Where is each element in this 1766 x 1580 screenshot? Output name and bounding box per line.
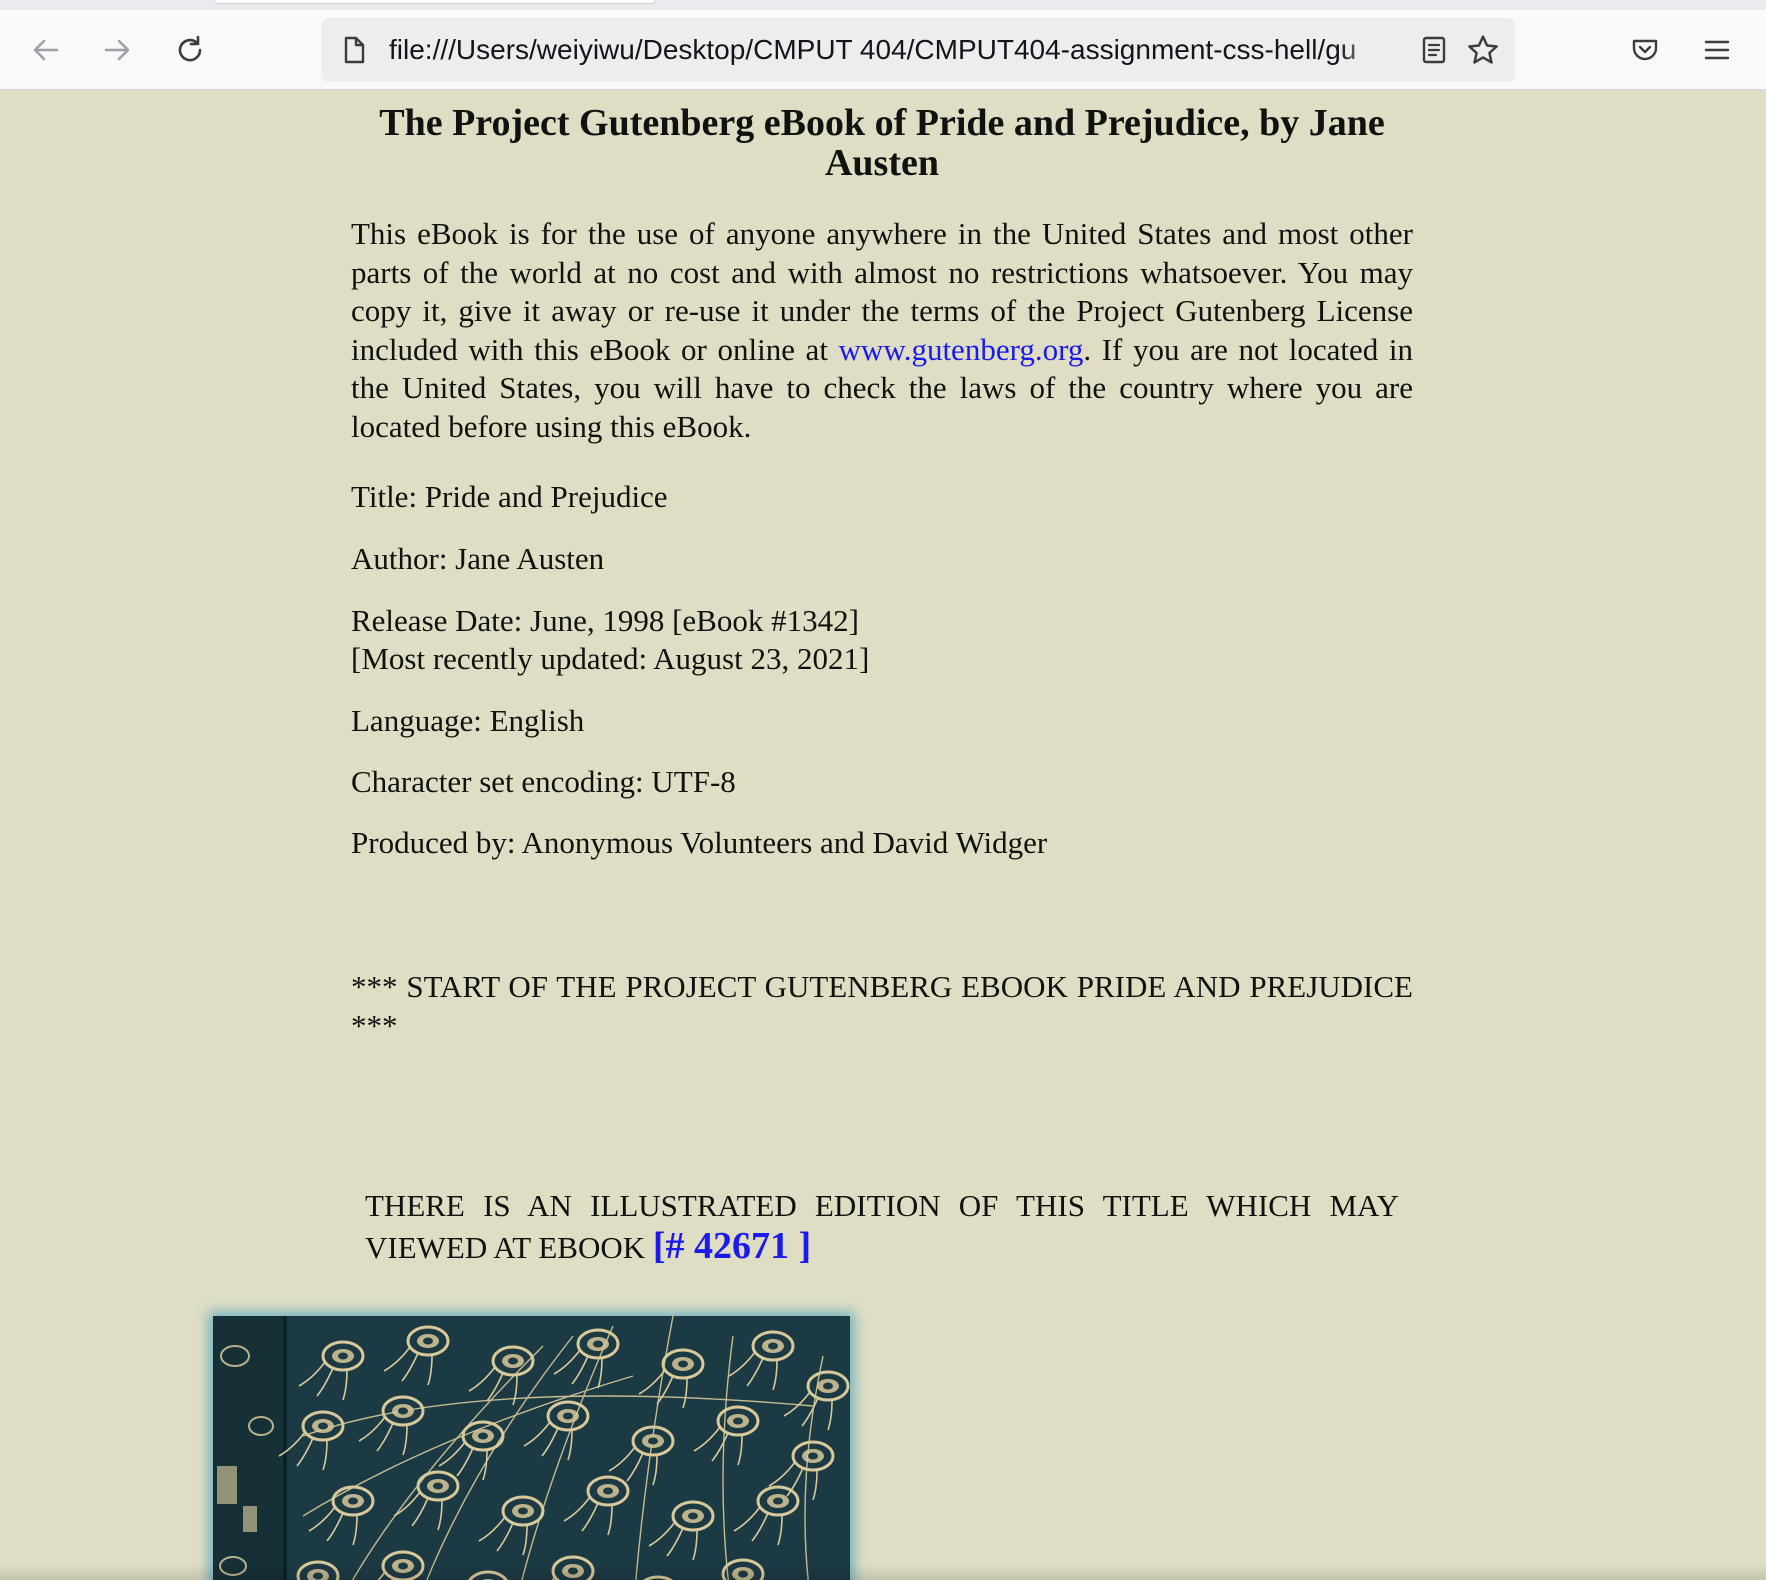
- page-viewport: The Project Gutenberg eBook of Pride and…: [0, 91, 1766, 1580]
- star-icon: [1468, 35, 1498, 64]
- book-cover-image: [213, 1316, 850, 1580]
- peacock-feather-cover-art: [213, 1316, 850, 1580]
- meta-updated: [Most recently updated: August 23, 2021]: [351, 641, 870, 676]
- meta-encoding: Character set encoding: UTF-8: [351, 764, 736, 799]
- illustrated-text: THERE IS AN ILLUSTRATED EDITION OF THIS …: [365, 1188, 1399, 1265]
- hamburger-menu-icon: [1704, 40, 1730, 60]
- meta-produced-by: Produced by: Anonymous Volunteers and Da…: [351, 825, 1048, 860]
- reader-view-button[interactable]: [1417, 33, 1451, 67]
- arrow-left-icon: [33, 39, 59, 61]
- pocket-icon: [1632, 39, 1658, 61]
- document-icon: [344, 36, 365, 64]
- intro-paragraph: This eBook is for the use of anyone anyw…: [351, 215, 1413, 446]
- bookmark-button[interactable]: [1466, 33, 1500, 67]
- bottom-edge-shadow: [0, 1564, 1766, 1580]
- illustrated-edition-note: THERE IS AN ILLUSTRATED EDITION OF THIS …: [365, 1186, 1399, 1268]
- meta-language: Language: English: [351, 703, 585, 738]
- active-tab[interactable]: [214, 0, 656, 4]
- reload-icon: [178, 35, 202, 62]
- browser-toolbar: file:///Users/weiyiwu/Desktop/CMPUT 404/…: [0, 10, 1766, 90]
- meta-author: Author: Jane Austen: [351, 541, 605, 576]
- menu-button[interactable]: [1697, 30, 1737, 70]
- back-button[interactable]: [26, 30, 66, 70]
- gutenberg-link[interactable]: www.gutenberg.org: [839, 332, 1084, 367]
- pocket-button[interactable]: [1625, 30, 1665, 70]
- meta-release-date: Release Date: June, 1998 [eBook #1342]: [351, 603, 859, 638]
- url-text[interactable]: file:///Users/weiyiwu/Desktop/CMPUT 404/…: [389, 18, 1389, 82]
- reader-view-icon: [1422, 36, 1446, 64]
- reload-button[interactable]: [170, 30, 210, 70]
- book-content: The Project Gutenberg eBook of Pride and…: [351, 91, 1413, 1266]
- tab-strip: [0, 0, 1766, 10]
- url-bar[interactable]: file:///Users/weiyiwu/Desktop/CMPUT 404/…: [321, 18, 1515, 82]
- arrow-right-icon: [104, 39, 130, 61]
- forward-button[interactable]: [97, 30, 137, 70]
- illustrated-ebook-link[interactable]: [# 42671 ]: [653, 1225, 811, 1267]
- start-marker: *** START OF THE PROJECT GUTENBERG EBOOK…: [351, 969, 1413, 1043]
- meta-title: Title: Pride and Prejudice: [351, 479, 668, 514]
- page-title: The Project Gutenberg eBook of Pride and…: [379, 102, 1385, 184]
